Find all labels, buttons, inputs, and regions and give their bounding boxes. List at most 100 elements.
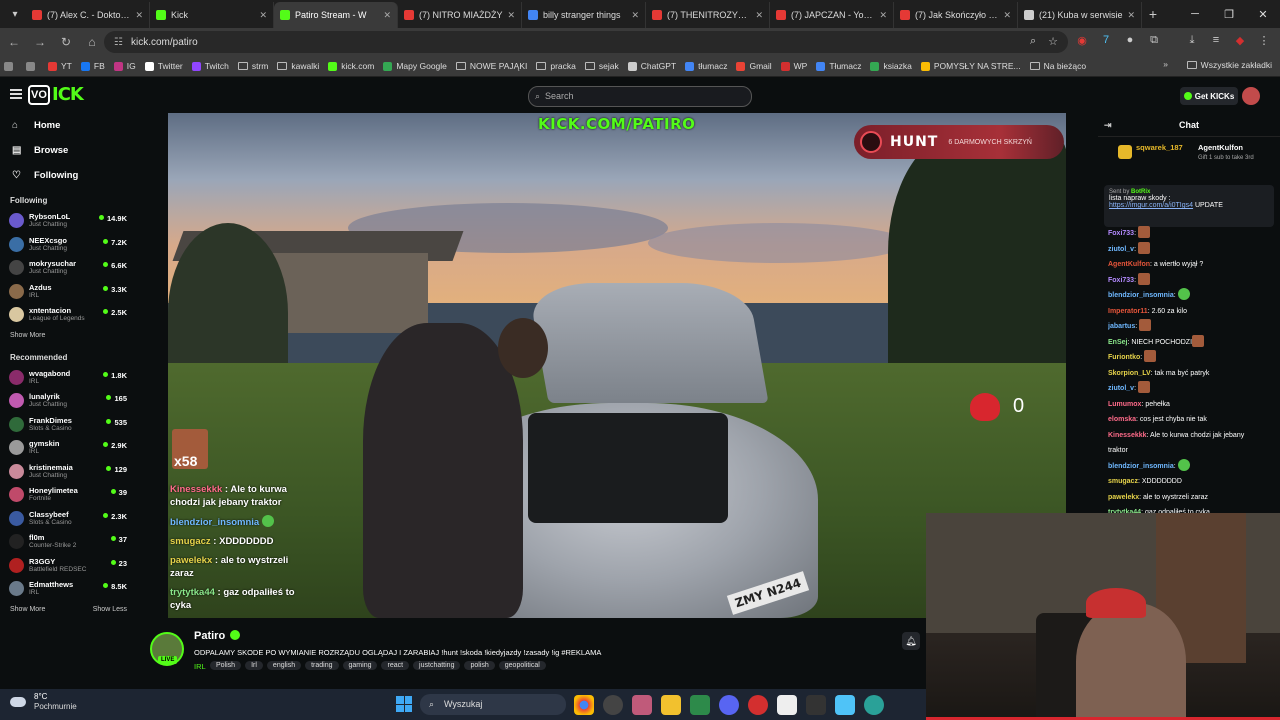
close-window-icon[interactable]: ✕ xyxy=(1246,0,1280,28)
tab-close-icon[interactable]: ✕ xyxy=(259,10,267,21)
extension-record-icon[interactable]: ◉ xyxy=(1074,32,1090,48)
bookmark-19[interactable]: ksiazka xyxy=(870,61,912,71)
tab-0[interactable]: (7) Alex C. - Doktorsp ✕ xyxy=(26,2,150,28)
stream-tag[interactable]: gaming xyxy=(342,661,378,670)
chat-username[interactable]: EnSej xyxy=(1108,339,1127,346)
bookmark-1[interactable] xyxy=(26,61,39,71)
profile-icon[interactable]: ◆ xyxy=(1232,32,1248,48)
opera-icon[interactable] xyxy=(748,695,768,715)
windows-start-icon[interactable] xyxy=(396,696,412,712)
bookmark-2[interactable]: YT xyxy=(48,61,72,71)
bookmark-14[interactable]: ChatGPT xyxy=(627,61,676,71)
sidebar-item-following[interactable]: ♡ Following xyxy=(0,163,136,188)
chat-username[interactable]: blendzior_insomnia xyxy=(1108,463,1174,470)
url-bar[interactable]: ☷ kick.com/patiro ⌕ ☆ xyxy=(104,31,1068,53)
reload-icon[interactable]: ↻ xyxy=(54,30,78,54)
kick-logo[interactable]: ICK xyxy=(52,84,84,105)
user-avatar[interactable] xyxy=(1242,87,1260,105)
sidebar-item-browse[interactable]: ▤ Browse xyxy=(0,138,136,163)
capcut-icon[interactable] xyxy=(777,695,797,715)
app-icon[interactable] xyxy=(632,695,652,715)
tab-close-icon[interactable]: ✕ xyxy=(879,10,887,21)
stream-category[interactable]: IRL xyxy=(194,662,206,671)
sidebar-item-home[interactable]: ⌂ Home xyxy=(0,113,136,138)
search-input[interactable]: ⌕ Search xyxy=(528,86,752,107)
tab-4[interactable]: billy stranger things ✕ xyxy=(522,2,646,28)
new-tab-button[interactable]: + xyxy=(1142,6,1164,22)
chat-username[interactable]: ziutol_v xyxy=(1108,385,1134,392)
bookmark-12[interactable]: pracka xyxy=(536,61,576,71)
tab-search-icon[interactable]: ▾ xyxy=(4,3,26,25)
zoom-icon[interactable]: ⌕ xyxy=(1030,35,1036,48)
tab-close-icon[interactable]: ✕ xyxy=(507,10,515,21)
download-icon[interactable]: ⤓ xyxy=(1184,32,1200,48)
taskbar-search[interactable]: ⌕ Wyszukaj xyxy=(420,694,566,715)
bookmark-16[interactable]: Gmail xyxy=(736,61,772,71)
collapse-chat-icon[interactable]: ⇥ xyxy=(1104,113,1112,137)
vpn-icon[interactable] xyxy=(690,695,710,715)
chat-username[interactable]: Foxi733 xyxy=(1108,277,1134,284)
tab-1[interactable]: Kick ✕ xyxy=(150,2,274,28)
bookmark-8[interactable]: kawalki xyxy=(277,61,319,71)
bookmark-star-icon[interactable]: ☆ xyxy=(1048,35,1058,48)
chat-username[interactable]: pawelekx xyxy=(1108,494,1139,501)
chat-username[interactable]: Furiontko xyxy=(1108,354,1140,361)
channel-row[interactable]: lunalyrik Just Chatting 165 xyxy=(0,389,136,413)
chrome-icon[interactable] xyxy=(574,695,594,715)
tab-close-icon[interactable]: ✕ xyxy=(631,10,639,21)
bookmark-6[interactable]: Twitch xyxy=(191,61,229,71)
channel-row[interactable]: kristinemaia Just Chatting 129 xyxy=(0,460,136,484)
bookmark-9[interactable]: kick.com xyxy=(328,61,374,71)
extensions-puzzle-icon[interactable]: ⧉ xyxy=(1146,32,1162,48)
stream-tag[interactable]: english xyxy=(266,661,302,670)
channel-row[interactable]: FrankDimes Slots & Casino 535 xyxy=(0,413,136,437)
chat-username[interactable]: Imperator11 xyxy=(1108,308,1148,315)
bookmark-17[interactable]: WP xyxy=(780,61,807,71)
chat-username[interactable]: smugacz xyxy=(1108,478,1138,485)
discord-icon[interactable] xyxy=(719,695,739,715)
gift-user[interactable]: AgentKulfon xyxy=(1198,143,1243,152)
bookmark-4[interactable]: IG xyxy=(113,61,136,71)
channel-row[interactable]: Honeylimetea Fortnite 39 xyxy=(0,483,136,507)
chat-username[interactable]: jabartus xyxy=(1108,323,1135,330)
tab-close-icon[interactable]: ✕ xyxy=(1003,10,1011,21)
chat-username[interactable]: Kinessekkk xyxy=(1108,432,1147,439)
show-more-button[interactable]: Show More xyxy=(0,327,136,345)
bookmark-18[interactable]: Tłumacz xyxy=(816,61,861,71)
chat-username[interactable]: AgentKulfon xyxy=(1108,261,1150,268)
channel-row[interactable]: Edmatthews IRL 8.5K xyxy=(0,577,136,601)
notification-bell-icon[interactable]: 🔔︎ xyxy=(902,632,920,650)
tab-close-icon[interactable]: ✕ xyxy=(755,10,763,21)
channel-row[interactable]: fl0m Counter-Strike 2 37 xyxy=(0,530,136,554)
get-kicks-button[interactable]: Get KICKs xyxy=(1180,87,1238,105)
chat-username[interactable]: ziutol_v xyxy=(1108,246,1134,253)
channel-row[interactable]: gymskin IRL 2.9K xyxy=(0,436,136,460)
notepad-icon[interactable] xyxy=(835,695,855,715)
back-icon[interactable]: ← xyxy=(2,30,26,54)
bookmark-7[interactable]: strm xyxy=(237,61,268,71)
tab-3[interactable]: (7) NITRO MIAŻDŻY ✕ xyxy=(398,2,522,28)
channel-row[interactable]: RybsonLoL Just Chatting 14.9K xyxy=(0,209,136,233)
tab-6[interactable]: (7) JAPCZAN - YouTu ✕ xyxy=(770,2,894,28)
channel-row[interactable]: R3GGY Battlefield REDSEC 23 xyxy=(0,554,136,578)
extension-7tv-icon[interactable]: 7 xyxy=(1098,32,1114,48)
channel-row[interactable]: xntentacion League of Legends 2.5K xyxy=(0,303,136,327)
site-info-icon[interactable]: ☷ xyxy=(114,37,123,48)
bookmark-0[interactable] xyxy=(4,61,17,71)
bookmark-21[interactable]: Na bieżąco xyxy=(1029,61,1086,71)
chat-username[interactable]: Lumumox xyxy=(1108,401,1141,408)
tab-close-icon[interactable]: ✕ xyxy=(383,10,391,21)
bookmark-5[interactable]: Twitter xyxy=(144,61,183,71)
channel-row[interactable]: Azdus IRL 3.3K xyxy=(0,280,136,304)
bookmarks-overflow-icon[interactable]: » xyxy=(1163,59,1168,69)
chat-username[interactable]: Skorpion_LV xyxy=(1108,370,1151,377)
streamer-name[interactable]: Patiro xyxy=(194,630,241,642)
bookmark-15[interactable]: tłumacz xyxy=(685,61,727,71)
stream-tag[interactable]: react xyxy=(381,661,410,670)
tab-7[interactable]: (7) Jak Skończyło XA ✕ xyxy=(894,2,1018,28)
channel-row[interactable]: mokrysuchar Just Chatting 6.6K xyxy=(0,256,136,280)
pinned-link[interactable]: https://imgur.com/a/i0TIgs4 xyxy=(1109,202,1193,209)
top-gifter[interactable]: sqwarek_187 xyxy=(1136,143,1183,152)
stream-tag[interactable]: Irl xyxy=(245,661,263,670)
bookmark-10[interactable]: Mapy Google xyxy=(383,61,447,71)
